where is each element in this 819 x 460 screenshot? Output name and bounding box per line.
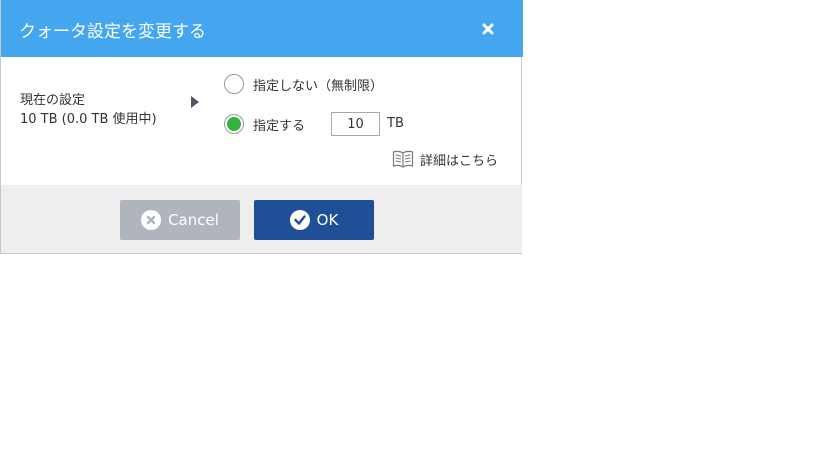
details-link[interactable]: 詳細はこちら (392, 149, 498, 169)
option-specify-label: 指定する (253, 118, 306, 134)
option-specify[interactable]: 指定する (224, 112, 305, 136)
quota-value-input[interactable] (331, 112, 380, 136)
dialog-titlebar: クォータ設定を変更する (1, 0, 523, 57)
ok-button-label: OK (316, 211, 339, 229)
dialog-title: クォータ設定を変更する (19, 22, 206, 42)
arrow-right-icon (191, 96, 199, 108)
close-button[interactable] (479, 20, 497, 38)
cancel-icon (141, 210, 162, 230)
close-icon (482, 23, 494, 35)
option-unlimited-label: 指定しない（無制限） (253, 78, 384, 94)
quota-settings-dialog: クォータ設定を変更する 現在の設定 10 TB (0.0 TB 使用中) 指定し… (0, 0, 523, 254)
current-setting-value: 10 TB (0.0 TB 使用中) (20, 112, 157, 127)
current-setting-label: 現在の設定 (20, 93, 86, 108)
cancel-button-label: Cancel (168, 211, 219, 229)
check-icon (289, 210, 310, 230)
book-icon (392, 150, 414, 168)
radio-specify[interactable] (224, 114, 244, 134)
radio-selected-dot (227, 117, 241, 131)
cancel-button[interactable]: Cancel (120, 200, 240, 240)
option-unlimited[interactable]: 指定しない（無制限） (224, 72, 383, 96)
dialog-footer: Cancel OK (1, 185, 522, 253)
quota-unit-label: TB (387, 116, 404, 131)
ok-button[interactable]: OK (254, 200, 374, 240)
radio-unlimited[interactable] (224, 74, 244, 94)
details-link-label: 詳細はこちら (420, 153, 499, 169)
